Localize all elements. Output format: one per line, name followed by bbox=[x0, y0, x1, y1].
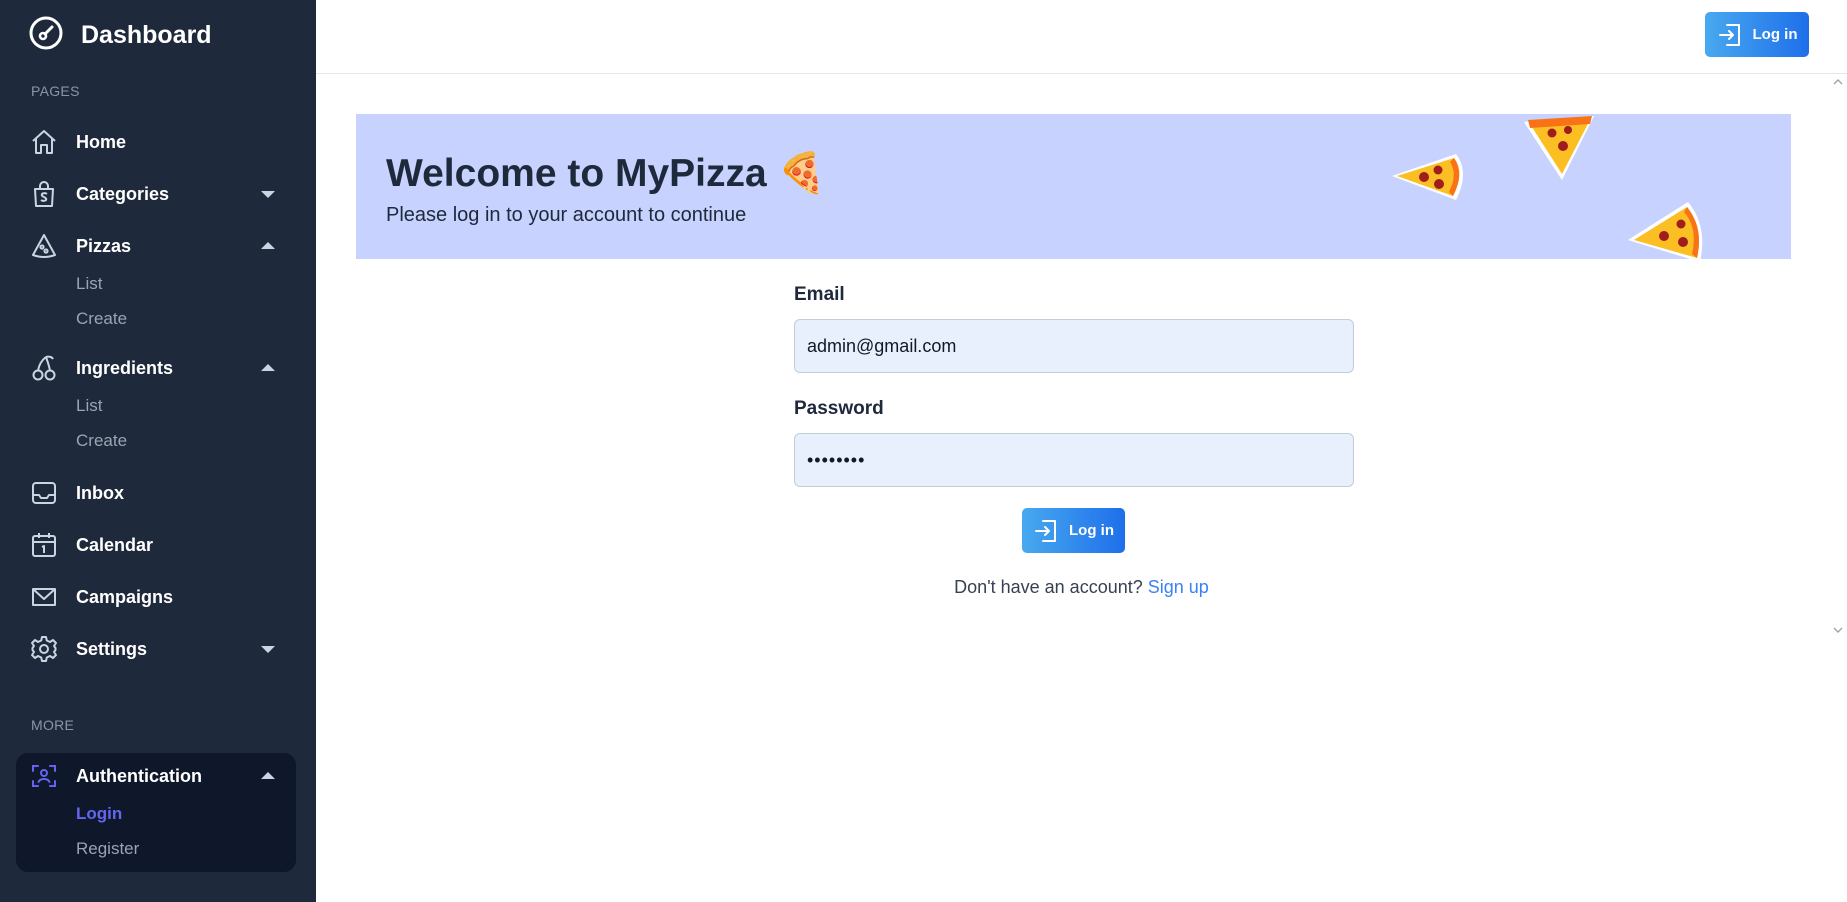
sidebar-subitem-login[interactable]: Login bbox=[76, 804, 122, 824]
sidebar-item-label: Authentication bbox=[76, 765, 202, 786]
sidebar-subitem-pizzas-list[interactable]: List bbox=[76, 274, 102, 294]
chevron-up-icon bbox=[261, 242, 275, 249]
sidebar-item-label: Ingredients bbox=[76, 357, 174, 378]
sidebar-subitem-ingredients-create[interactable]: Create bbox=[76, 431, 127, 451]
gauge-icon bbox=[28, 15, 64, 56]
sidebar-item-label: Inbox bbox=[76, 482, 124, 503]
signup-prompt: Don't have an account? bbox=[954, 577, 1143, 597]
brand-title: Dashboard bbox=[81, 20, 212, 49]
sidebar-item-categories[interactable]: Categories bbox=[30, 176, 286, 212]
header-login-button[interactable]: Log in bbox=[1705, 12, 1809, 57]
login-icon bbox=[1035, 519, 1056, 542]
sidebar: Dashboard PAGES Home Categories Pizzas L… bbox=[0, 0, 316, 902]
login-submit-label: Log in bbox=[1069, 522, 1114, 539]
sidebar-item-campaigns[interactable]: Campaigns bbox=[30, 579, 286, 615]
login-icon bbox=[1718, 23, 1740, 46]
email-field[interactable] bbox=[794, 319, 1354, 373]
calendar-icon bbox=[30, 531, 58, 559]
scroll-up-icon[interactable] bbox=[1833, 78, 1843, 86]
password-field[interactable] bbox=[794, 433, 1354, 487]
signup-line: Don't have an account? Sign up bbox=[316, 577, 1847, 598]
banner-subtitle: Please log in to your account to continu… bbox=[386, 204, 747, 226]
app: Dashboard PAGES Home Categories Pizzas L… bbox=[0, 0, 1847, 902]
section-label-more: MORE bbox=[31, 717, 75, 733]
sidebar-item-authentication[interactable]: Authentication bbox=[30, 758, 286, 794]
chevron-down-icon bbox=[261, 646, 275, 653]
signup-link[interactable]: Sign up bbox=[1148, 577, 1209, 597]
shopping-bag-icon bbox=[30, 180, 58, 208]
sidebar-item-label: Categories bbox=[76, 183, 170, 204]
banner-title: Welcome to MyPizza 🍕 bbox=[386, 152, 827, 195]
chevron-down-icon bbox=[261, 191, 275, 198]
header-login-label: Log in bbox=[1752, 26, 1798, 43]
gear-icon bbox=[30, 635, 58, 663]
brand[interactable]: Dashboard bbox=[28, 16, 212, 52]
scroll-down-icon[interactable] bbox=[1833, 626, 1843, 634]
email-label: Email bbox=[794, 284, 845, 305]
sidebar-item-label: Pizzas bbox=[76, 235, 132, 256]
sidebar-subitem-pizzas-create[interactable]: Create bbox=[76, 309, 127, 329]
envelope-icon bbox=[30, 583, 58, 611]
welcome-banner: Welcome to MyPizza 🍕 Please log in to yo… bbox=[356, 114, 1791, 259]
sidebar-item-pizzas[interactable]: Pizzas bbox=[30, 228, 286, 264]
sidebar-item-home[interactable]: Home bbox=[30, 124, 286, 160]
chevron-up-icon bbox=[261, 364, 275, 371]
sidebar-item-label: Settings bbox=[76, 638, 148, 659]
cherry-icon bbox=[30, 354, 58, 382]
chevron-up-icon bbox=[261, 772, 275, 779]
pizza-icon bbox=[30, 232, 58, 260]
sidebar-subitem-register[interactable]: Register bbox=[76, 839, 139, 859]
sidebar-item-ingredients[interactable]: Ingredients bbox=[30, 350, 286, 386]
top-bar bbox=[316, 0, 1847, 74]
home-icon bbox=[30, 128, 58, 156]
sidebar-item-label: Campaigns bbox=[76, 586, 174, 607]
sidebar-item-label: Home bbox=[76, 131, 127, 152]
sidebar-item-label: Calendar bbox=[76, 534, 154, 555]
inbox-icon bbox=[30, 479, 58, 507]
sidebar-item-calendar[interactable]: Calendar bbox=[30, 527, 286, 563]
sidebar-item-inbox[interactable]: Inbox bbox=[30, 475, 286, 511]
pizza-slice-icon bbox=[1524, 116, 1594, 180]
sidebar-item-settings[interactable]: Settings bbox=[30, 631, 286, 667]
sidebar-subitem-ingredients-list[interactable]: List bbox=[76, 396, 102, 416]
user-scan-icon bbox=[30, 762, 58, 790]
login-submit-button[interactable]: Log in bbox=[1022, 508, 1125, 553]
pizza-slice-icon bbox=[1392, 154, 1463, 200]
pizza-slice-icon bbox=[1628, 202, 1703, 259]
section-label-pages: PAGES bbox=[31, 83, 80, 99]
password-label: Password bbox=[794, 398, 884, 419]
